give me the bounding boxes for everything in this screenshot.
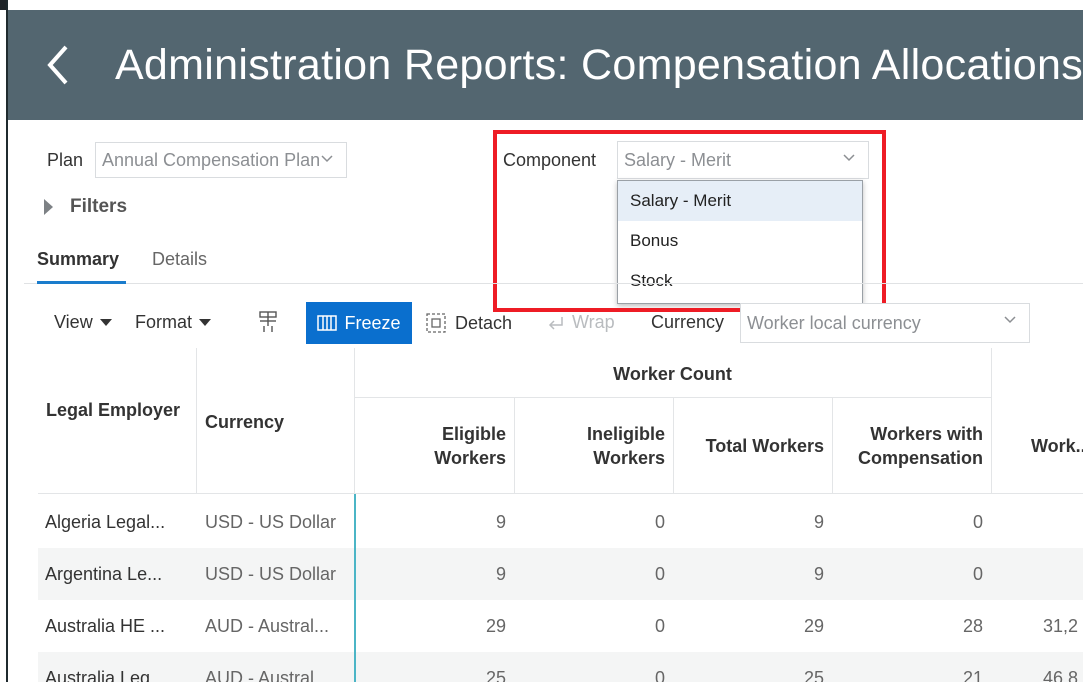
back-button[interactable] [30,25,87,105]
cell-amount: 46,8 [1043,667,1079,682]
allocations-table: Legal Employer Currency Worker Count Eli… [38,348,1083,682]
cell-currency: USD - US Dollar [205,563,337,584]
freeze-label: Freeze [344,312,401,333]
cell-with-comp: 0 [972,511,983,532]
cell-amount [1043,548,1083,600]
cell-total: 9 [813,511,824,532]
header-currency[interactable]: Currency [196,348,354,494]
format-menu-label: Format [135,312,193,332]
cell-eligible: 25 [485,667,506,682]
header-total-workers[interactable]: Total Workers [673,398,832,494]
cell-ineligible: 0 [654,511,665,532]
chevron-down-icon [320,152,334,166]
cell-ineligible: 0 [654,667,665,682]
component-option-salary-merit[interactable]: Salary - Merit [618,181,862,221]
cell-legal-employer[interactable]: Australia HE ... [45,600,195,652]
cell-ineligible: 0 [654,563,665,584]
currency-select-value: Worker local currency [747,312,921,333]
currency-select[interactable]: Worker local currency [740,303,1030,343]
tab-details[interactable]: Details [152,249,207,284]
cell-currency: AUD - Austral... [205,667,330,682]
expand-triangle-icon [44,199,53,215]
detach-button[interactable]: Detach [425,312,512,334]
cell-total: 29 [803,615,824,636]
table-row[interactable]: Australia HE ... AUD - Austral... 29 0 2… [38,600,1083,652]
table-row[interactable]: Australia Leg... AUD - Austral... 25 0 2… [38,652,1083,682]
detach-icon [426,313,446,333]
chevron-down-icon [1004,316,1016,324]
cell-amount [1043,496,1083,548]
component-select-value: Salary - Merit [624,149,732,170]
header-legal-employer[interactable]: Legal Employer [38,348,196,494]
cell-currency: AUD - Austral... [205,615,330,636]
table-toolbar: View Format Freeze Detach Wrap Currency … [38,300,1083,346]
cell-total: 9 [813,563,824,584]
cell-with-comp: 28 [962,615,983,636]
cell-ineligible: 0 [654,615,665,636]
component-label: Component [503,150,597,170]
page-title: Administration Reports: Compensation All… [114,40,1083,89]
header-group-worker-count: Worker Count [354,348,991,398]
columns-icon [259,311,277,332]
wrap-label: Wrap [572,312,615,332]
view-menu[interactable]: View [54,312,112,333]
cell-total: 25 [803,667,824,682]
component-select[interactable]: Salary - Merit [617,141,869,179]
wrap-icon [548,316,563,330]
filters-label: Filters [70,196,128,217]
plan-select-value: Annual Compensation Plan [102,149,321,170]
tab-bar: Summary Details [24,244,1083,284]
detach-label: Detach [455,312,513,333]
wrap-button[interactable]: Wrap [546,312,615,333]
filters-toggle[interactable]: Filters [44,196,127,218]
tab-summary[interactable]: Summary [37,249,126,284]
view-menu-label: View [54,312,93,332]
cell-eligible: 9 [495,511,506,532]
header-workers-with-compensation[interactable]: Workers with Compensation [832,398,991,494]
cell-with-comp: 21 [962,667,983,682]
table-row[interactable]: Algeria Legal... USD - US Dollar 9 0 9 0 [38,496,1083,548]
component-dropdown-list: Salary - Merit Bonus Stock [617,180,863,304]
cell-legal-employer[interactable]: Argentina Le... [45,548,195,600]
chevron-left-icon [47,45,68,85]
caret-down-icon [199,319,212,326]
header-worker-amount-partial[interactable]: Work... Am... [991,398,1083,494]
table-row[interactable]: Argentina Le... USD - US Dollar 9 0 9 0 [38,548,1083,600]
plan-select[interactable]: Annual Compensation Plan [95,142,347,178]
format-menu[interactable]: Format [135,312,212,333]
freeze-columns-icon [317,315,338,331]
chevron-down-icon [843,154,855,162]
plan-label: Plan [47,150,84,170]
freeze-button[interactable]: Freeze [306,302,412,344]
header-eligible-workers[interactable]: Eligible Workers [354,398,514,494]
caret-down-icon [99,319,112,326]
cell-eligible: 29 [485,615,506,636]
cell-legal-employer[interactable]: Algeria Legal... [45,496,195,548]
cell-eligible: 9 [495,563,506,584]
cell-amount: 31,2 [1043,615,1079,636]
header-ineligible-workers[interactable]: Ineligible Workers [514,398,673,494]
page-header: Administration Reports: Compensation All… [8,10,1083,120]
cell-currency: USD - US Dollar [205,511,337,532]
cell-legal-employer[interactable]: Australia Leg... [45,652,195,682]
cell-with-comp: 0 [972,563,983,584]
currency-label: Currency [651,312,725,332]
columns-icon-button[interactable] [258,310,280,334]
frozen-column-divider[interactable] [354,494,356,682]
